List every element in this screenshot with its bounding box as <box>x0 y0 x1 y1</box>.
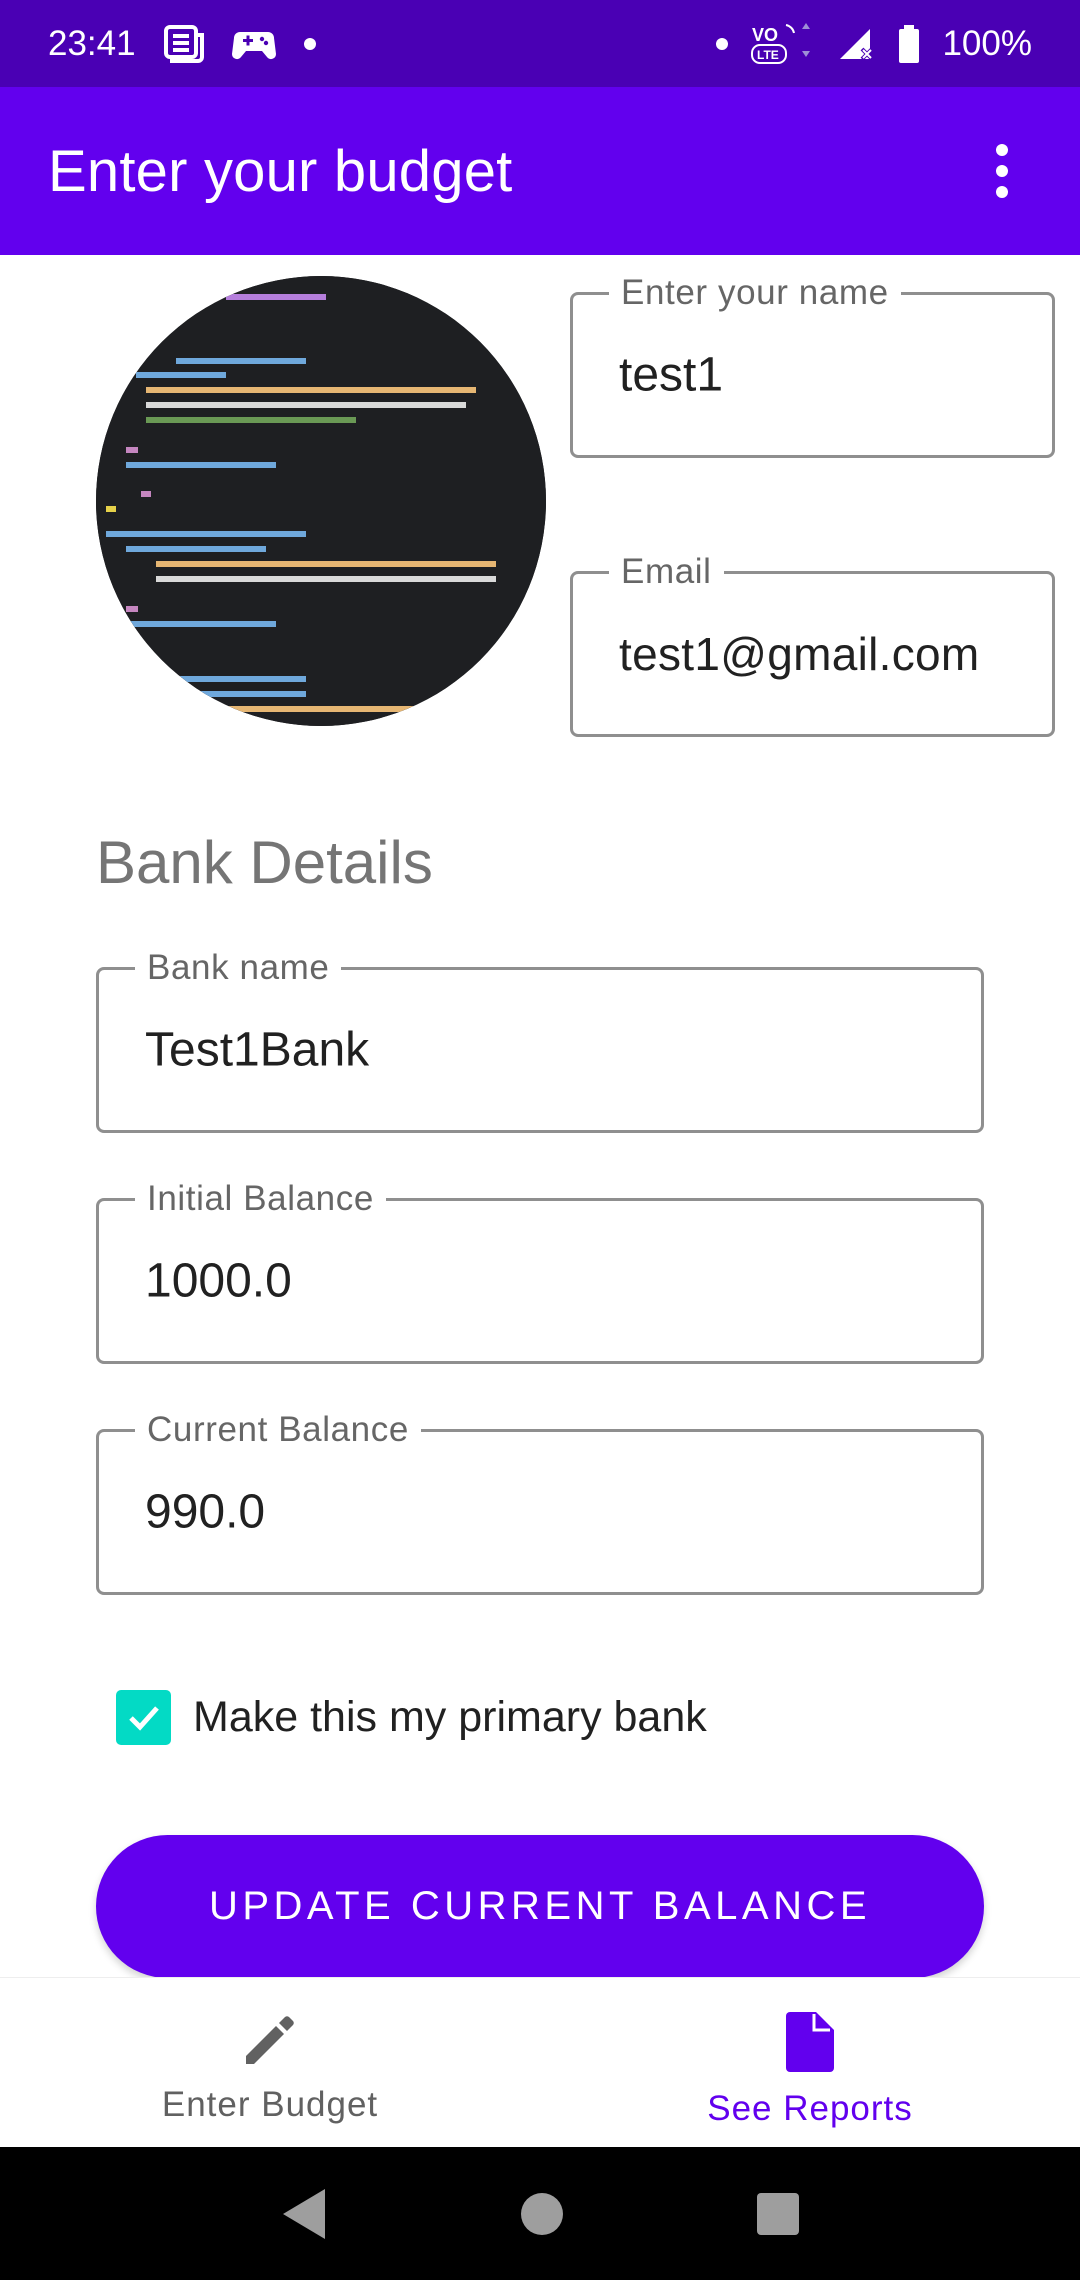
bank-name-field-label: Bank name <box>135 948 342 988</box>
status-right: VO LTE 100% <box>716 21 1032 67</box>
bank-name-field[interactable]: Bank name Test1Bank <box>96 948 984 1133</box>
system-navigation-bar <box>0 2147 1080 2280</box>
email-field-value[interactable]: test1@gmail.com <box>619 627 980 681</box>
update-current-balance-button[interactable]: UPDATE CURRENT BALANCE <box>96 1835 984 1977</box>
nav-item-enter-budget[interactable]: Enter Budget <box>0 1978 540 2147</box>
dot-icon <box>716 37 729 50</box>
main-content: Enter your name test1 Email test1@gmail.… <box>0 255 1080 1977</box>
more-vert-icon[interactable] <box>972 121 1032 221</box>
svg-text:VO: VO <box>752 25 778 45</box>
game-controller-icon <box>231 26 276 62</box>
section-title-bank-details: Bank Details <box>96 829 433 896</box>
profile-avatar[interactable] <box>96 276 546 726</box>
email-field-label: Email <box>609 552 724 592</box>
primary-bank-checkbox-row[interactable]: Make this my primary bank <box>116 1687 707 1747</box>
primary-bank-checkbox-label[interactable]: Make this my primary bank <box>193 1693 707 1742</box>
initial-balance-field[interactable]: Initial Balance 1000.0 <box>96 1179 984 1364</box>
initial-balance-field-label: Initial Balance <box>135 1179 386 1219</box>
name-field[interactable]: Enter your name test1 <box>570 273 1055 458</box>
battery-icon <box>898 24 920 63</box>
signal-icon <box>838 27 876 61</box>
current-balance-field-value[interactable]: 990.0 <box>145 1485 265 1540</box>
status-left: 23:41 <box>48 24 316 64</box>
news-icon <box>163 24 204 63</box>
bottom-navigation: Enter Budget See Reports <box>0 1977 1080 2147</box>
current-balance-field[interactable]: Current Balance 990.0 <box>96 1410 984 1595</box>
pencil-icon <box>240 2010 300 2075</box>
name-field-value[interactable]: test1 <box>619 348 723 403</box>
home-icon[interactable] <box>519 2191 565 2237</box>
check-icon <box>128 1706 159 1731</box>
status-time: 23:41 <box>48 23 136 63</box>
bank-name-field-value[interactable]: Test1Bank <box>145 1023 369 1078</box>
back-icon[interactable] <box>279 2187 329 2241</box>
nav-label-see-reports: See Reports <box>707 2089 913 2128</box>
dot-icon <box>303 37 316 50</box>
recents-icon[interactable] <box>755 2191 801 2237</box>
email-field[interactable]: Email test1@gmail.com <box>570 552 1055 737</box>
volte-icon: VO LTE <box>750 21 816 67</box>
primary-bank-checkbox[interactable] <box>116 1689 171 1745</box>
status-bar: 23:41 VO LTE 100% <box>0 0 1080 87</box>
document-icon <box>780 2010 840 2079</box>
app-bar: Enter your budget <box>0 87 1080 255</box>
name-field-label: Enter your name <box>609 273 901 313</box>
nav-item-see-reports[interactable]: See Reports <box>540 1978 1080 2147</box>
current-balance-field-label: Current Balance <box>135 1410 421 1450</box>
battery-percent: 100% <box>942 23 1032 63</box>
initial-balance-field-value[interactable]: 1000.0 <box>145 1254 292 1309</box>
svg-text:LTE: LTE <box>757 48 779 62</box>
nav-label-enter-budget: Enter Budget <box>161 2085 379 2124</box>
page-title: Enter your budget <box>48 138 513 204</box>
